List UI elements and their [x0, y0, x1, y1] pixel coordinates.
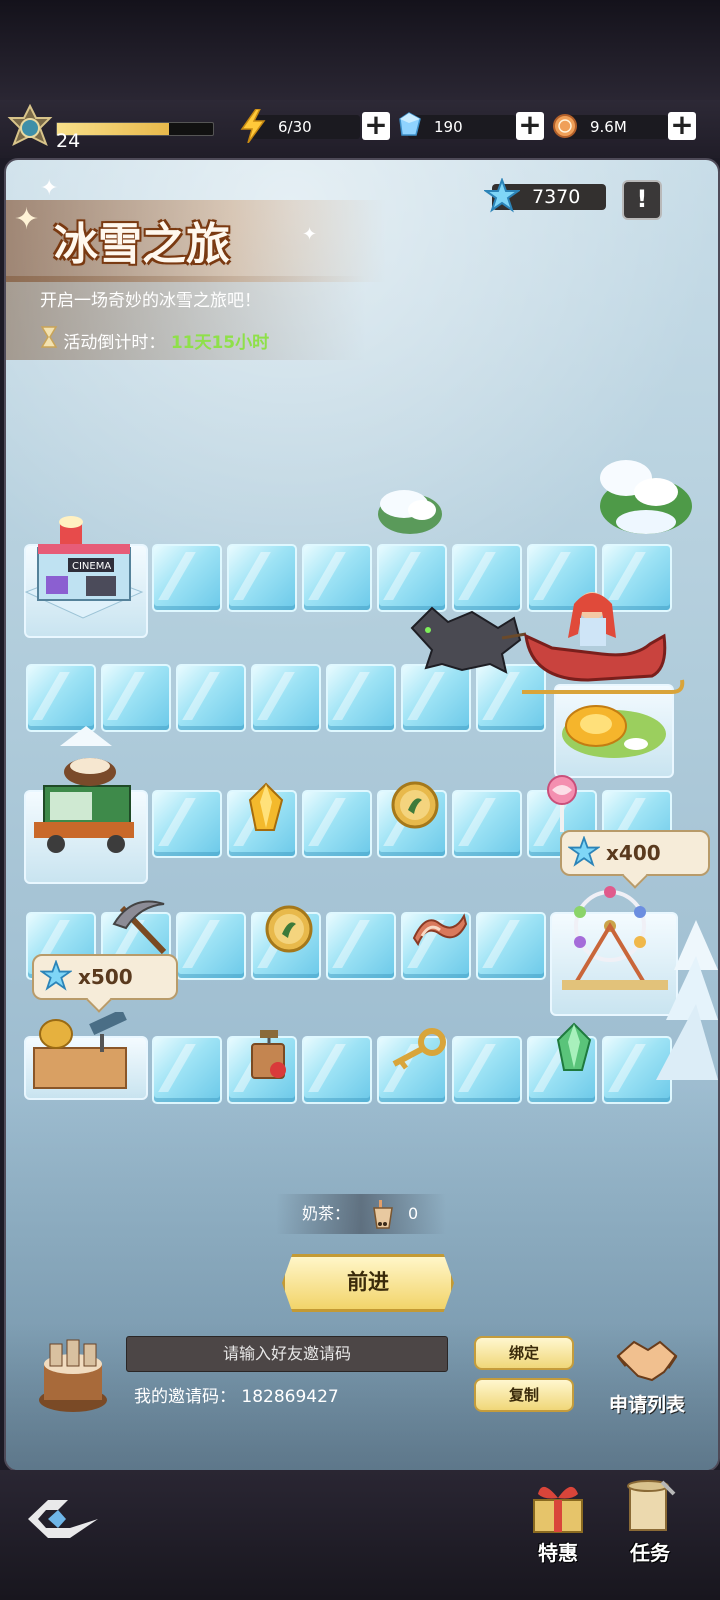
board-tile: [302, 790, 372, 858]
diamond-icon: [399, 112, 421, 136]
board-tile: [152, 790, 222, 858]
dynamite-icon: [251, 1030, 286, 1079]
board-tile: [326, 664, 396, 732]
player-level: 24: [56, 130, 81, 152]
star-score: 7370: [484, 178, 606, 213]
sparkle-icon: ✦: [40, 176, 59, 201]
sparkle-icon: ✦: [14, 202, 40, 237]
my-invite-code-value: 182869427: [241, 1387, 339, 1407]
star-icon: [484, 178, 520, 213]
lollipop-icon: [547, 775, 577, 832]
board-tile: [227, 544, 297, 612]
energy-counter: 6/30: [240, 109, 360, 143]
board-tile: [101, 664, 171, 732]
snow-tree-icon: [656, 920, 718, 1080]
star-icon: [40, 960, 72, 991]
snow-bush-icon: [600, 460, 692, 534]
coin-value: 9.6M: [590, 118, 627, 136]
diamond-value: 190: [434, 118, 463, 136]
board-tile: [176, 912, 246, 980]
gold-crystal-icon: [248, 782, 284, 831]
tasks-button[interactable]: 任务: [612, 1478, 688, 1566]
milk-tea-cake-icon: [39, 1339, 107, 1412]
diamond-counter: 190: [399, 112, 516, 139]
board-tile: [176, 664, 246, 732]
handshake-icon: [616, 1340, 678, 1382]
board-tile: [476, 912, 546, 980]
board-tile: [326, 912, 396, 980]
milk-tea-counter: 奶茶： 0: [276, 1194, 446, 1234]
reward-amount: x500: [78, 965, 133, 989]
timer-value: 11天15小时: [170, 333, 270, 353]
lightning-icon: [240, 109, 266, 143]
observatory-building-icon[interactable]: [20, 1012, 150, 1092]
copy-button[interactable]: 复制: [474, 1378, 574, 1412]
add-energy-button[interactable]: +: [362, 111, 390, 140]
tasks-label: 任务: [630, 1541, 670, 1565]
snow-bush-icon: [378, 490, 442, 534]
invite-code-input[interactable]: 请输入好友邀请码: [126, 1336, 448, 1372]
bind-button[interactable]: 绑定: [474, 1336, 574, 1370]
svg-text:CINEMA: CINEMA: [72, 561, 111, 572]
request-list-button[interactable]: 申请列表: [592, 1328, 702, 1428]
back-logo-icon[interactable]: [18, 1494, 108, 1544]
milk-tea-label: 奶茶：: [302, 1204, 351, 1223]
key-icon: [392, 1028, 446, 1070]
timer-label: 活动倒计时：: [63, 333, 166, 353]
reward-bubble-400: x400: [560, 830, 710, 889]
coin-counter: 9.6M: [553, 114, 668, 139]
add-diamond-button[interactable]: +: [516, 111, 544, 140]
scroll-icon: [627, 1480, 676, 1531]
cinema-building-icon[interactable]: CINEMA: [16, 514, 150, 634]
event-title: 冰雪之旅: [54, 219, 230, 270]
board-tile: [152, 544, 222, 612]
request-list-label: 申请列表: [608, 1394, 685, 1416]
hourglass-icon: [40, 326, 58, 348]
pickaxe-icon: [112, 900, 167, 955]
advance-button[interactable]: 前进: [282, 1254, 454, 1312]
my-invite-code-label: 我的邀请码：: [134, 1387, 236, 1407]
milk-tea-count: 0: [408, 1204, 419, 1223]
coin-icon: [265, 905, 313, 953]
wolf-sleigh-player-icon[interactable]: [402, 588, 688, 720]
special-offer-label: 特惠: [538, 1541, 578, 1565]
top-background: [0, 0, 720, 100]
level-emblem-icon[interactable]: [6, 104, 54, 152]
special-offer-button[interactable]: 特惠: [520, 1478, 596, 1566]
info-button[interactable]: !: [622, 180, 662, 220]
green-crystal-icon: [556, 1022, 592, 1071]
star-score-value: 7370: [532, 186, 581, 208]
sparkle-icon: ✦: [302, 224, 318, 245]
gift-box-icon: [533, 1486, 583, 1533]
energy-value: 6/30: [278, 118, 312, 136]
board-tile: [26, 664, 96, 732]
my-invite-code: 我的邀请码： 182869427: [134, 1382, 339, 1407]
board-tile: [452, 790, 522, 858]
coin-icon: [391, 781, 439, 829]
milk-tea-icon: [373, 1200, 393, 1229]
event-timer: 活动倒计时： 11天15小时: [40, 326, 269, 353]
reward-bubble-500: x500: [32, 954, 178, 1013]
board-tile: [302, 544, 372, 612]
bacon-icon: [412, 913, 468, 947]
add-coin-button[interactable]: +: [668, 111, 696, 140]
board-tile: [251, 664, 321, 732]
event-panel: ✦ ✦ ✦ 冰雪之旅 开启一场奇妙的冰雪之旅吧！ 活动倒计时： 11天15小时 …: [4, 158, 720, 1472]
event-subtitle: 开启一场奇妙的冰雪之旅吧！: [40, 291, 261, 311]
coffee-truck-building-icon[interactable]: [20, 726, 150, 866]
star-icon: [568, 836, 600, 867]
coin-icon: [553, 114, 577, 138]
